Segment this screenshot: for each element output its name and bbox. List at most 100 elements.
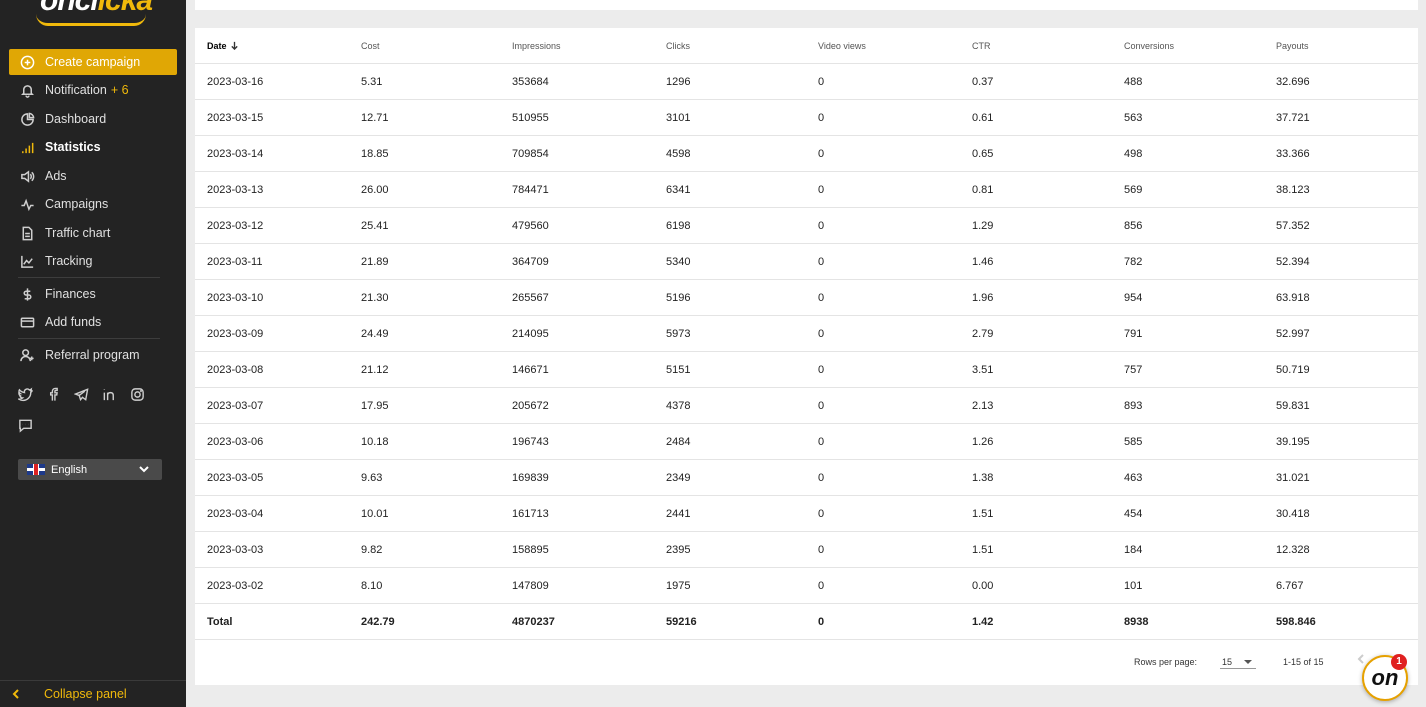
sidebar-item-referral-program[interactable]: Referral program [9,342,177,368]
cell-impressions: 265567 [512,292,549,304]
table-row: 2023-03-05 9.63 169839 2349 0 1.38 463 31.021 [195,460,1418,496]
cell-payouts: 6.767 [1276,580,1304,592]
cell-date: 2023-03-12 [207,220,264,232]
sidebar-item-traffic-chart[interactable]: Traffic chart [9,220,177,246]
cell-impressions: 784471 [512,184,549,196]
cell-video-views: 0 [818,184,825,196]
add-funds-label: Add funds [45,315,102,329]
tracking-label: Tracking [45,254,93,268]
cell-cost: 25.41 [361,220,389,232]
sidebar-item-dashboard[interactable]: Dashboard [9,106,177,132]
cell-ctr: 0.37 [972,76,994,88]
cell-conversions: 791 [1124,328,1143,340]
rows-per-page-select[interactable]: 15 [1220,651,1256,669]
cell-date: 2023-03-04 [207,508,264,520]
campaigns-label: Campaigns [45,197,109,211]
cell-video-views: 0 [818,328,825,340]
cell-conversions: 757 [1124,364,1143,376]
cell-ctr: 1.29 [972,220,994,232]
cell-conversions: 569 [1124,184,1143,196]
chevron-down-icon [138,463,150,478]
sidebar-item-tracking[interactable]: Tracking [9,248,177,274]
collapse-panel-button[interactable]: Collapse panel [0,680,186,707]
header-date[interactable]: Date [207,28,239,64]
cell-clicks: 2395 [666,544,691,556]
telegram-icon[interactable] [73,387,89,407]
cell-clicks: 2441 [666,508,691,520]
cell-date: 2023-03-07 [207,400,264,412]
header-clicks[interactable]: Clicks [666,28,690,64]
table-row: 2023-03-12 25.41 479560 6198 0 1.29 856 57.352 [195,208,1418,244]
cell-payouts: 37.721 [1276,112,1310,124]
cell-impressions: 214095 [512,328,549,340]
sidebar-item-add-funds[interactable]: Add funds [9,309,177,335]
cell-ctr: 0.61 [972,112,994,124]
notification-count: + 6 [110,83,129,97]
cell-video-views: 0 [818,220,825,232]
cell-date: 2023-03-14 [207,148,264,160]
cell-date: 2023-03-13 [207,184,264,196]
table-row: 2023-03-15 12.71 510955 3101 0 0.61 563 37.721 [195,100,1418,136]
cell-ctr: 2.79 [972,328,994,340]
linkedin-icon[interactable] [102,387,117,407]
cell-date: 2023-03-08 [207,364,264,376]
chat-bubble-icon[interactable] [18,418,33,438]
plus-circle-icon [18,53,36,71]
pulse-icon [18,195,36,213]
cell-video-views: 0 [818,472,825,484]
cell-date: 2023-03-11 [207,256,263,268]
header-video-views[interactable]: Video views [818,28,866,64]
instagram-icon[interactable] [130,387,145,407]
cell-clicks: 2349 [666,472,691,484]
notification-label: Notification [45,83,107,97]
cell-cost: 12.71 [361,112,389,124]
sidebar-item-notification[interactable]: Notification + 6 [9,77,177,103]
chevron-left-icon [12,689,19,699]
header-ctr[interactable]: CTR [972,28,991,64]
cell-ctr: 2.13 [972,400,994,412]
cell-payouts: 12.328 [1276,544,1310,556]
cell-impressions: 364709 [512,256,549,268]
cell-date: 2023-03-05 [207,472,264,484]
cell-ctr: 1.26 [972,436,994,448]
sidebar-item-campaigns[interactable]: Campaigns [9,191,177,217]
cell-payouts: 38.123 [1276,184,1310,196]
header-cost[interactable]: Cost [361,28,380,64]
twitter-icon[interactable] [16,387,33,407]
table-row: 2023-03-07 17.95 205672 4378 0 2.13 893 59.831 [195,388,1418,424]
cell-impressions: 709854 [512,148,549,160]
line-chart-icon [18,252,36,270]
cell-conversions: 463 [1124,472,1143,484]
header-payouts[interactable]: Payouts [1276,28,1309,64]
dollar-icon [18,285,36,303]
table-row: 2023-03-11 21.89 364709 5340 0 1.46 782 52.394 [195,244,1418,280]
cell-cost: 18.85 [361,148,389,160]
cell-conversions: 563 [1124,112,1143,124]
cell-video-views: 0 [818,616,825,628]
table-row: 2023-03-13 26.00 784471 6341 0 0.81 569 38.123 [195,172,1418,208]
table-total-row: Total 242.79 4870237 59216 0 1.42 8938 598.846 [195,604,1418,640]
cell-impressions: 205672 [512,400,549,412]
cell-date: Total [207,616,233,628]
language-selector[interactable]: English [18,459,162,480]
bar-signal-icon [18,138,36,156]
cell-conversions: 585 [1124,436,1143,448]
cell-video-views: 0 [818,292,825,304]
table-header-row: Date Cost Impressions Clicks Video views… [195,28,1418,64]
create-campaign-button[interactable]: Create campaign [9,49,177,75]
sidebar-item-ads[interactable]: Ads [9,163,177,189]
header-conversions[interactable]: Conversions [1124,28,1174,64]
cell-cost: 242.79 [361,616,395,628]
facebook-icon[interactable] [46,387,61,407]
cell-impressions: 169839 [512,472,549,484]
header-impressions[interactable]: Impressions [512,28,561,64]
table-row: 2023-03-03 9.82 158895 2395 0 1.51 184 12.328 [195,532,1418,568]
sidebar-item-statistics[interactable]: Statistics [9,134,177,160]
rows-per-page-value: 15 [1222,657,1233,667]
cell-conversions: 8938 [1124,616,1149,628]
sidebar-item-finances[interactable]: Finances [9,281,177,307]
cell-ctr: 1.38 [972,472,994,484]
cell-video-views: 0 [818,544,825,556]
pie-chart-icon [18,110,36,128]
cell-payouts: 50.719 [1276,364,1310,376]
